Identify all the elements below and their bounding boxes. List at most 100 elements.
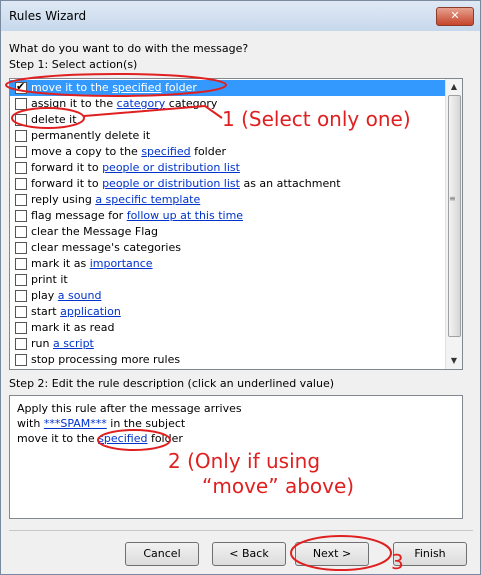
text-segment: folder [147, 432, 183, 445]
back-button[interactable]: < Back [212, 542, 286, 566]
action-checkbox[interactable] [15, 178, 27, 190]
text-segment: flag message for [31, 209, 127, 222]
value-link[interactable]: a sound [58, 289, 102, 302]
action-label: print it [31, 273, 68, 286]
text-segment: reply using [31, 193, 96, 206]
description-line: Apply this rule after the message arrive… [17, 402, 242, 415]
scroll-grip-icon: ≡ [449, 194, 456, 203]
text-segment: move it to the [31, 81, 113, 94]
action-label: move it to the specified folder [31, 81, 197, 94]
action-checkbox[interactable] [15, 274, 27, 286]
finish-button[interactable]: Finish [393, 542, 467, 566]
value-link[interactable]: importance [90, 257, 153, 270]
action-row[interactable]: play a sound [10, 288, 446, 304]
action-row[interactable]: stop processing more rules [10, 352, 446, 368]
action-checkbox[interactable] [15, 306, 27, 318]
action-checkbox[interactable] [15, 146, 27, 158]
action-label: permanently delete it [31, 129, 150, 142]
cancel-button[interactable]: Cancel [125, 542, 199, 566]
value-link[interactable]: follow up at this time [127, 209, 243, 222]
scroll-down-icon[interactable]: ▼ [446, 353, 462, 369]
text-segment: clear the Message Flag [31, 225, 158, 238]
action-checkbox[interactable] [15, 242, 27, 254]
value-link[interactable]: application [60, 305, 121, 318]
action-checkbox[interactable] [15, 226, 27, 238]
action-label: flag message for follow up at this time [31, 209, 243, 222]
next-button[interactable]: Next > [295, 542, 369, 566]
action-checkbox[interactable] [15, 80, 27, 94]
action-row[interactable]: forward it to people or distribution lis… [10, 160, 446, 176]
action-label: reply using a specific template [31, 193, 200, 206]
text-segment: delete it [31, 113, 77, 126]
action-label: delete it [31, 113, 77, 126]
action-row[interactable]: move it to the specified folder [10, 80, 446, 96]
value-link[interactable]: a specific template [95, 193, 200, 206]
action-row[interactable]: mark it as read [10, 320, 446, 336]
prompt-text: What do you want to do with the message? [9, 42, 249, 55]
text-segment: move a copy to the [31, 145, 142, 158]
value-link[interactable]: specified [98, 432, 147, 445]
action-label: mark it as importance [31, 257, 153, 270]
action-checkbox[interactable] [15, 354, 27, 366]
annotation-note-1: 1 (Select only one) [222, 107, 411, 131]
action-checkbox[interactable] [15, 258, 27, 270]
action-row[interactable]: move a copy to the specified folder [10, 144, 446, 160]
text-segment: start [31, 305, 61, 318]
text-segment: forward it to [31, 161, 103, 174]
description-line: move it to the specified folder [17, 432, 183, 445]
text-segment: permanently delete it [31, 129, 151, 142]
text-segment: mark it as [31, 257, 90, 270]
value-link[interactable]: specified [141, 145, 190, 158]
dialog-title: Rules Wizard [9, 9, 87, 23]
action-checkbox[interactable] [15, 322, 27, 334]
action-row[interactable]: reply using a specific template [10, 192, 446, 208]
value-link[interactable]: a script [53, 337, 94, 350]
close-button[interactable]: ✕ [436, 7, 474, 26]
action-row[interactable]: start application [10, 304, 446, 320]
text-segment: Apply this rule after the message arrive… [17, 402, 242, 415]
action-checkbox[interactable] [15, 210, 27, 222]
action-label: forward it to people or distribution lis… [31, 161, 240, 174]
action-checkbox[interactable] [15, 98, 27, 110]
text-segment: run [31, 337, 53, 350]
annotation-note-2-line2: “move” above) [202, 474, 355, 498]
action-row[interactable]: print it [10, 272, 446, 288]
action-label: clear message's categories [31, 241, 181, 254]
action-row[interactable]: forward it to people or distribution lis… [10, 176, 446, 192]
value-link[interactable]: ***SPAM*** [44, 417, 107, 430]
action-label: mark it as read [31, 321, 114, 334]
scroll-thumb[interactable] [448, 95, 461, 337]
action-checkbox[interactable] [15, 194, 27, 206]
action-checkbox[interactable] [15, 338, 27, 350]
text-segment: forward it to [31, 177, 103, 190]
text-segment: in the subject [106, 417, 186, 430]
value-link[interactable]: category [117, 97, 166, 110]
action-label: stop processing more rules [31, 353, 180, 366]
action-label: start application [31, 305, 121, 318]
actions-scrollbar[interactable]: ▲ ≡ ▼ [445, 79, 462, 369]
action-row[interactable]: clear message's categories [10, 240, 446, 256]
value-link[interactable]: specified [112, 81, 161, 94]
text-segment: mark it as read [31, 321, 115, 334]
action-checkbox[interactable] [15, 130, 27, 142]
action-checkbox[interactable] [15, 290, 27, 302]
text-segment: stop processing more rules [31, 353, 181, 366]
value-link[interactable]: people or distribution list [102, 177, 240, 190]
action-row[interactable]: clear the Message Flag [10, 224, 446, 240]
step2-label: Step 2: Edit the rule description (click… [9, 377, 335, 390]
action-label: run a script [31, 337, 94, 350]
value-link[interactable]: people or distribution list [102, 161, 240, 174]
text-segment: folder [190, 145, 227, 158]
text-segment: move it to the [17, 432, 99, 445]
scroll-up-icon[interactable]: ▲ [446, 79, 462, 95]
text-segment: as an attachment [239, 177, 341, 190]
action-checkbox[interactable] [15, 114, 27, 126]
text-segment: assign it to the [31, 97, 117, 110]
action-checkbox[interactable] [15, 162, 27, 174]
action-row[interactable]: flag message for follow up at this time [10, 208, 446, 224]
action-label: clear the Message Flag [31, 225, 158, 238]
text-segment: clear message's categories [31, 241, 181, 254]
action-row[interactable]: mark it as importance [10, 256, 446, 272]
annotation-note-3: 3 [391, 550, 404, 574]
action-row[interactable]: run a script [10, 336, 446, 352]
